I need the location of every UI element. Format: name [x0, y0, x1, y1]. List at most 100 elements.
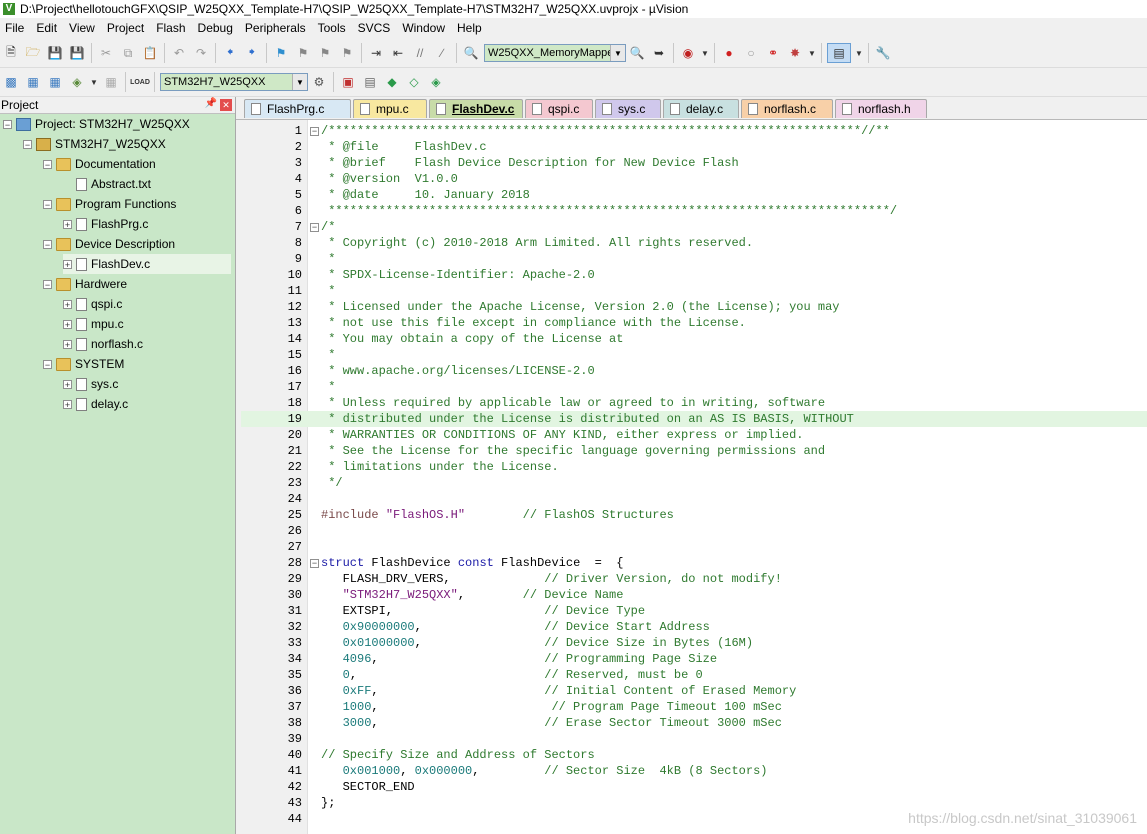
code-line[interactable]: 21 * See the License for the specific la…	[241, 443, 1147, 459]
code-line[interactable]: 8 * Copyright (c) 2010-2018 Arm Limited.…	[241, 235, 1147, 251]
tab-norflash-h[interactable]: norflash.h	[835, 99, 927, 118]
tree-file-delay[interactable]: + delay.c	[63, 394, 128, 414]
menu-view[interactable]: View	[64, 21, 102, 35]
breakpoint-icon[interactable]: ●	[720, 44, 738, 62]
tab-flashprg[interactable]: FlashPrg.c	[244, 99, 351, 118]
select-packs-icon[interactable]: ▤	[361, 73, 379, 91]
code-line[interactable]: 29 FLASH_DRV_VERS, // Driver Version, do…	[241, 571, 1147, 587]
collapse-icon[interactable]: −	[23, 139, 32, 149]
fold-toggle-icon[interactable]: −	[310, 127, 319, 136]
code-line[interactable]: 9 *	[241, 251, 1147, 267]
software-packs-icon[interactable]: ◈	[427, 73, 445, 91]
expand-icon[interactable]: +	[63, 259, 72, 269]
batch-build-icon[interactable]: ◈	[68, 73, 86, 91]
stop-build-icon[interactable]: ▦	[102, 73, 120, 91]
unindent-icon[interactable]: ⇤	[389, 44, 407, 62]
menu-edit[interactable]: Edit	[31, 21, 64, 35]
menu-svcs[interactable]: SVCS	[353, 21, 398, 35]
rebuild-icon[interactable]: ▦	[46, 73, 64, 91]
collapse-icon[interactable]: −	[43, 239, 52, 249]
code-line[interactable]: 2 * @file FlashDev.c	[241, 139, 1147, 155]
close-icon[interactable]: ✕	[220, 99, 232, 111]
fold-toggle-icon[interactable]: −	[310, 223, 319, 232]
expand-icon[interactable]: +	[63, 399, 72, 409]
bookmark-icon[interactable]: ⚑	[272, 44, 290, 62]
window-layout-icon[interactable]: ▤	[827, 43, 851, 63]
code-line[interactable]: 23 */	[241, 475, 1147, 491]
nav-back-icon[interactable]: 🠸	[221, 44, 239, 62]
tab-delay[interactable]: delay.c	[663, 99, 739, 118]
save-icon[interactable]: 💾	[46, 44, 64, 62]
pin-icon[interactable]: 📌	[205, 98, 217, 109]
clear-bookmarks-icon[interactable]: ⚑	[338, 44, 356, 62]
tree-item-project-root[interactable]: − Project: STM32H7_W25QXX	[3, 114, 190, 134]
code-line[interactable]: 42 SECTOR_END	[241, 779, 1147, 795]
tab-mpu[interactable]: mpu.c	[353, 99, 427, 118]
code-editor[interactable]: 1/**************************************…	[241, 120, 1147, 834]
chevron-down-icon[interactable]: ▼	[855, 44, 863, 62]
code-line[interactable]: 6 **************************************…	[241, 203, 1147, 219]
code-line[interactable]: 18 * Unless required by applicable law o…	[241, 395, 1147, 411]
pack-installer-icon[interactable]: ◆	[383, 73, 401, 91]
code-line[interactable]: 19 * distributed under the License is di…	[241, 411, 1147, 427]
code-line[interactable]: 20 * WARRANTIES OR CONDITIONS OF ANY KIN…	[241, 427, 1147, 443]
code-line[interactable]: 3 * @brief Flash Device Description for …	[241, 155, 1147, 171]
collapse-icon[interactable]: −	[43, 279, 52, 289]
code-line[interactable]: 28 struct FlashDevice const FlashDevice =…	[241, 555, 1147, 571]
code-line[interactable]: 34 4096, // Programming Page Size	[241, 651, 1147, 667]
tree-group-program-functions[interactable]: − Program Functions	[43, 194, 176, 214]
tab-flashdev[interactable]: FlashDev.c	[429, 99, 523, 118]
code-line[interactable]: 26	[241, 523, 1147, 539]
find-in-files-icon[interactable]: 🔍	[462, 44, 480, 62]
code-line[interactable]: 37 1000, // Program Page Timeout 100 mSe…	[241, 699, 1147, 715]
chevron-down-icon[interactable]: ▼	[90, 73, 98, 91]
save-all-icon[interactable]: 💾	[68, 44, 86, 62]
code-line[interactable]: 25 #include "FlashOS.H" // FlashOS Struct…	[241, 507, 1147, 523]
comment-icon[interactable]: //	[411, 44, 429, 62]
configure-icon[interactable]: 🔧	[874, 44, 892, 62]
prev-bookmark-icon[interactable]: ⚑	[294, 44, 312, 62]
code-line[interactable]: 5 * @date 10. January 2018	[241, 187, 1147, 203]
tree-file-norflash[interactable]: + norflash.c	[63, 334, 143, 354]
chevron-down-icon[interactable]: ▼	[292, 74, 307, 90]
chevron-down-icon[interactable]: ▼	[808, 44, 816, 62]
code-line[interactable]: 14 * You may obtain a copy of the Licens…	[241, 331, 1147, 347]
collapse-icon[interactable]: −	[43, 159, 52, 169]
expand-icon[interactable]: +	[63, 219, 72, 229]
chevron-down-icon[interactable]: ▼	[701, 44, 709, 62]
fold-toggle-icon[interactable]: −	[310, 559, 319, 568]
rte-icon[interactable]: ◇	[405, 73, 423, 91]
code-line[interactable]: 33 0x01000000, // Device Size in Bytes (…	[241, 635, 1147, 651]
code-line[interactable]: 22 * limitations under the License.	[241, 459, 1147, 475]
menu-peripherals[interactable]: Peripherals	[240, 21, 313, 35]
redo-icon[interactable]: ↷	[192, 44, 210, 62]
collapse-icon[interactable]: −	[3, 119, 12, 129]
paste-icon[interactable]: 📋	[141, 44, 159, 62]
collapse-icon[interactable]: −	[43, 199, 52, 209]
tree-group-device-description[interactable]: − Device Description	[43, 234, 175, 254]
menu-project[interactable]: Project	[102, 21, 151, 35]
menu-tools[interactable]: Tools	[313, 21, 353, 35]
code-line[interactable]: 15 *	[241, 347, 1147, 363]
menu-help[interactable]: Help	[452, 21, 489, 35]
expand-icon[interactable]: +	[63, 379, 72, 389]
code-line[interactable]: 12 * Licensed under the Apache License, …	[241, 299, 1147, 315]
code-line[interactable]: 7 /*	[241, 219, 1147, 235]
code-line[interactable]: 24	[241, 491, 1147, 507]
tree-item-target[interactable]: − STM32H7_W25QXX	[23, 134, 166, 154]
new-file-icon[interactable]: 🗎	[2, 44, 20, 62]
translate-icon[interactable]: ▩	[2, 73, 20, 91]
indent-icon[interactable]: ⇥	[367, 44, 385, 62]
debug-session-icon[interactable]: ◉	[679, 44, 697, 62]
copy-icon[interactable]: ⧉	[119, 44, 137, 62]
tree-file-abstract[interactable]: Abstract.txt	[76, 174, 151, 194]
menu-window[interactable]: Window	[397, 21, 452, 35]
code-line[interactable]: 43};	[241, 795, 1147, 811]
expand-icon[interactable]: +	[63, 339, 72, 349]
code-line[interactable]: 31 EXTSPI, // Device Type	[241, 603, 1147, 619]
tree-file-qspi[interactable]: + qspi.c	[63, 294, 122, 314]
code-line[interactable]: 39	[241, 731, 1147, 747]
tree-file-flashprg[interactable]: + FlashPrg.c	[63, 214, 148, 234]
disable-all-breakpoints-icon[interactable]: ⚭	[764, 44, 782, 62]
build-icon[interactable]: ▦	[24, 73, 42, 91]
